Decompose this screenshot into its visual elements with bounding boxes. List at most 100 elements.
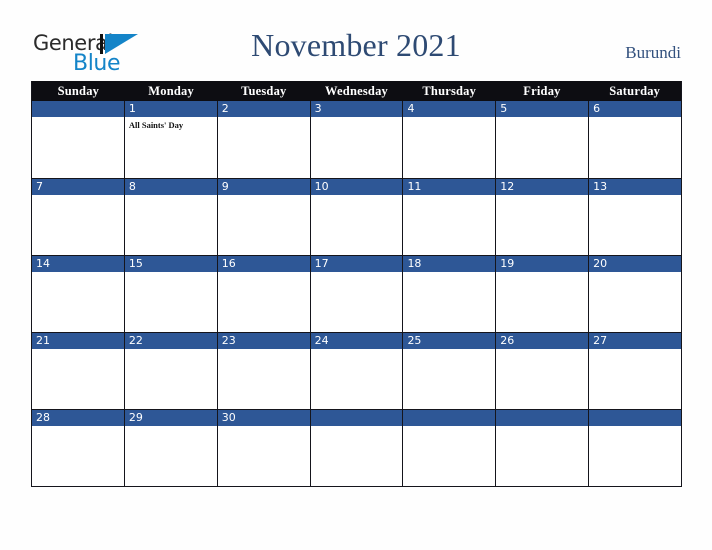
day-cell-empty [495, 410, 589, 486]
day-events [32, 349, 124, 409]
day-number-band: 28 [32, 410, 124, 426]
day-number: 19 [500, 257, 515, 270]
day-number: 22 [128, 334, 143, 347]
day-events [589, 117, 681, 178]
day-number-band: 3 [310, 101, 403, 117]
day-number-band: 7 [32, 179, 124, 195]
day-cell-empty [309, 410, 403, 486]
day-number: 8 [128, 180, 136, 193]
day-cell-28[interactable]: 28 [32, 410, 124, 486]
weekday-header-thursday: Thursday [422, 84, 477, 98]
calendar-week-row: 21 22 23 24 25 26 27 [32, 332, 682, 409]
day-number: 25 [407, 334, 422, 347]
calendar-grid: Sunday Monday Tuesday Wednesday Thursday Frid… [31, 81, 682, 487]
day-number-band: 20 [589, 256, 682, 272]
day-number-band: 4 [403, 101, 496, 117]
day-cell-9[interactable]: 9 [216, 179, 310, 255]
weekday-header-friday: Friday [523, 84, 561, 98]
day-cell-21[interactable]: 21 [32, 333, 124, 409]
day-number-band: 9 [217, 179, 310, 195]
day-cell-empty [588, 410, 682, 486]
day-number: 18 [407, 257, 422, 270]
day-events [403, 349, 495, 409]
day-events [218, 426, 310, 486]
day-number-band: 23 [217, 333, 310, 349]
day-number-band: 30 [217, 410, 310, 426]
day-events [496, 349, 588, 409]
weekday-header-wednesday: Wednesday [325, 84, 388, 98]
day-number-band: 10 [310, 179, 403, 195]
day-events [125, 272, 217, 332]
day-number-band: 11 [403, 179, 496, 195]
day-number: 1 [128, 102, 136, 115]
day-cell-3[interactable]: 3 [309, 101, 403, 178]
day-number: 11 [407, 180, 422, 193]
day-events [125, 426, 217, 486]
day-cell-16[interactable]: 16 [216, 256, 310, 332]
day-cell-11[interactable]: 11 [402, 179, 496, 255]
day-number: 30 [221, 411, 236, 424]
day-cell-6[interactable]: 6 [588, 101, 682, 178]
day-number-band: 27 [589, 333, 682, 349]
day-number-band [496, 410, 589, 426]
day-cell-30[interactable]: 30 [216, 410, 310, 486]
day-cell-1[interactable]: 1 All Saints' Day [123, 101, 217, 178]
day-cell-17[interactable]: 17 [309, 256, 403, 332]
day-cell-empty [32, 101, 124, 178]
day-events: All Saints' Day [125, 117, 217, 178]
day-number: 17 [314, 257, 329, 270]
day-number-band [403, 410, 496, 426]
day-cell-14[interactable]: 14 [32, 256, 124, 332]
day-cell-19[interactable]: 19 [495, 256, 589, 332]
day-number: 21 [36, 334, 50, 347]
day-number: 28 [36, 411, 50, 424]
day-number: 3 [314, 102, 322, 115]
day-cell-26[interactable]: 26 [495, 333, 589, 409]
day-cell-5[interactable]: 5 [495, 101, 589, 178]
day-number-band: 2 [217, 101, 310, 117]
day-cell-8[interactable]: 8 [123, 179, 217, 255]
day-cell-10[interactable]: 10 [309, 179, 403, 255]
day-cell-7[interactable]: 7 [32, 179, 124, 255]
holiday-label: All Saints' Day [128, 120, 184, 130]
day-cell-4[interactable]: 4 [402, 101, 496, 178]
day-events [403, 195, 495, 255]
day-number: 2 [221, 102, 229, 115]
day-number: 16 [221, 257, 236, 270]
day-cell-12[interactable]: 12 [495, 179, 589, 255]
day-events [32, 426, 124, 486]
day-cell-18[interactable]: 18 [402, 256, 496, 332]
day-cell-27[interactable]: 27 [588, 333, 682, 409]
calendar-week-row: 14 15 16 17 18 19 20 [32, 255, 682, 332]
day-number-band: 24 [310, 333, 403, 349]
day-number: 23 [221, 334, 236, 347]
weekday-header-row: Sunday Monday Tuesday Wednesday Thursday Frid… [32, 81, 681, 101]
day-number: 20 [593, 257, 608, 270]
day-events [218, 195, 310, 255]
day-number: 12 [500, 180, 515, 193]
day-number-band: 8 [124, 179, 217, 195]
day-number-band: 25 [403, 333, 496, 349]
day-events [218, 272, 310, 332]
day-cell-29[interactable]: 29 [123, 410, 217, 486]
day-number-band: 19 [496, 256, 589, 272]
day-cell-25[interactable]: 25 [402, 333, 496, 409]
day-events [32, 195, 124, 255]
day-number: 29 [128, 411, 143, 424]
day-cell-22[interactable]: 22 [123, 333, 217, 409]
day-cell-empty [402, 410, 496, 486]
day-events [32, 117, 124, 178]
day-number: 4 [407, 102, 415, 115]
day-number-band: 13 [589, 179, 682, 195]
day-cell-24[interactable]: 24 [309, 333, 403, 409]
day-cell-2[interactable]: 2 [216, 101, 310, 178]
day-cell-20[interactable]: 20 [588, 256, 682, 332]
calendar-week-row: 7 8 9 10 11 12 13 [32, 178, 682, 255]
day-number-band: 29 [124, 410, 217, 426]
day-cell-13[interactable]: 13 [588, 179, 682, 255]
day-events [496, 426, 588, 486]
day-cell-15[interactable]: 15 [123, 256, 217, 332]
day-cell-23[interactable]: 23 [216, 333, 310, 409]
day-number-band [32, 101, 124, 117]
day-number: 27 [593, 334, 608, 347]
